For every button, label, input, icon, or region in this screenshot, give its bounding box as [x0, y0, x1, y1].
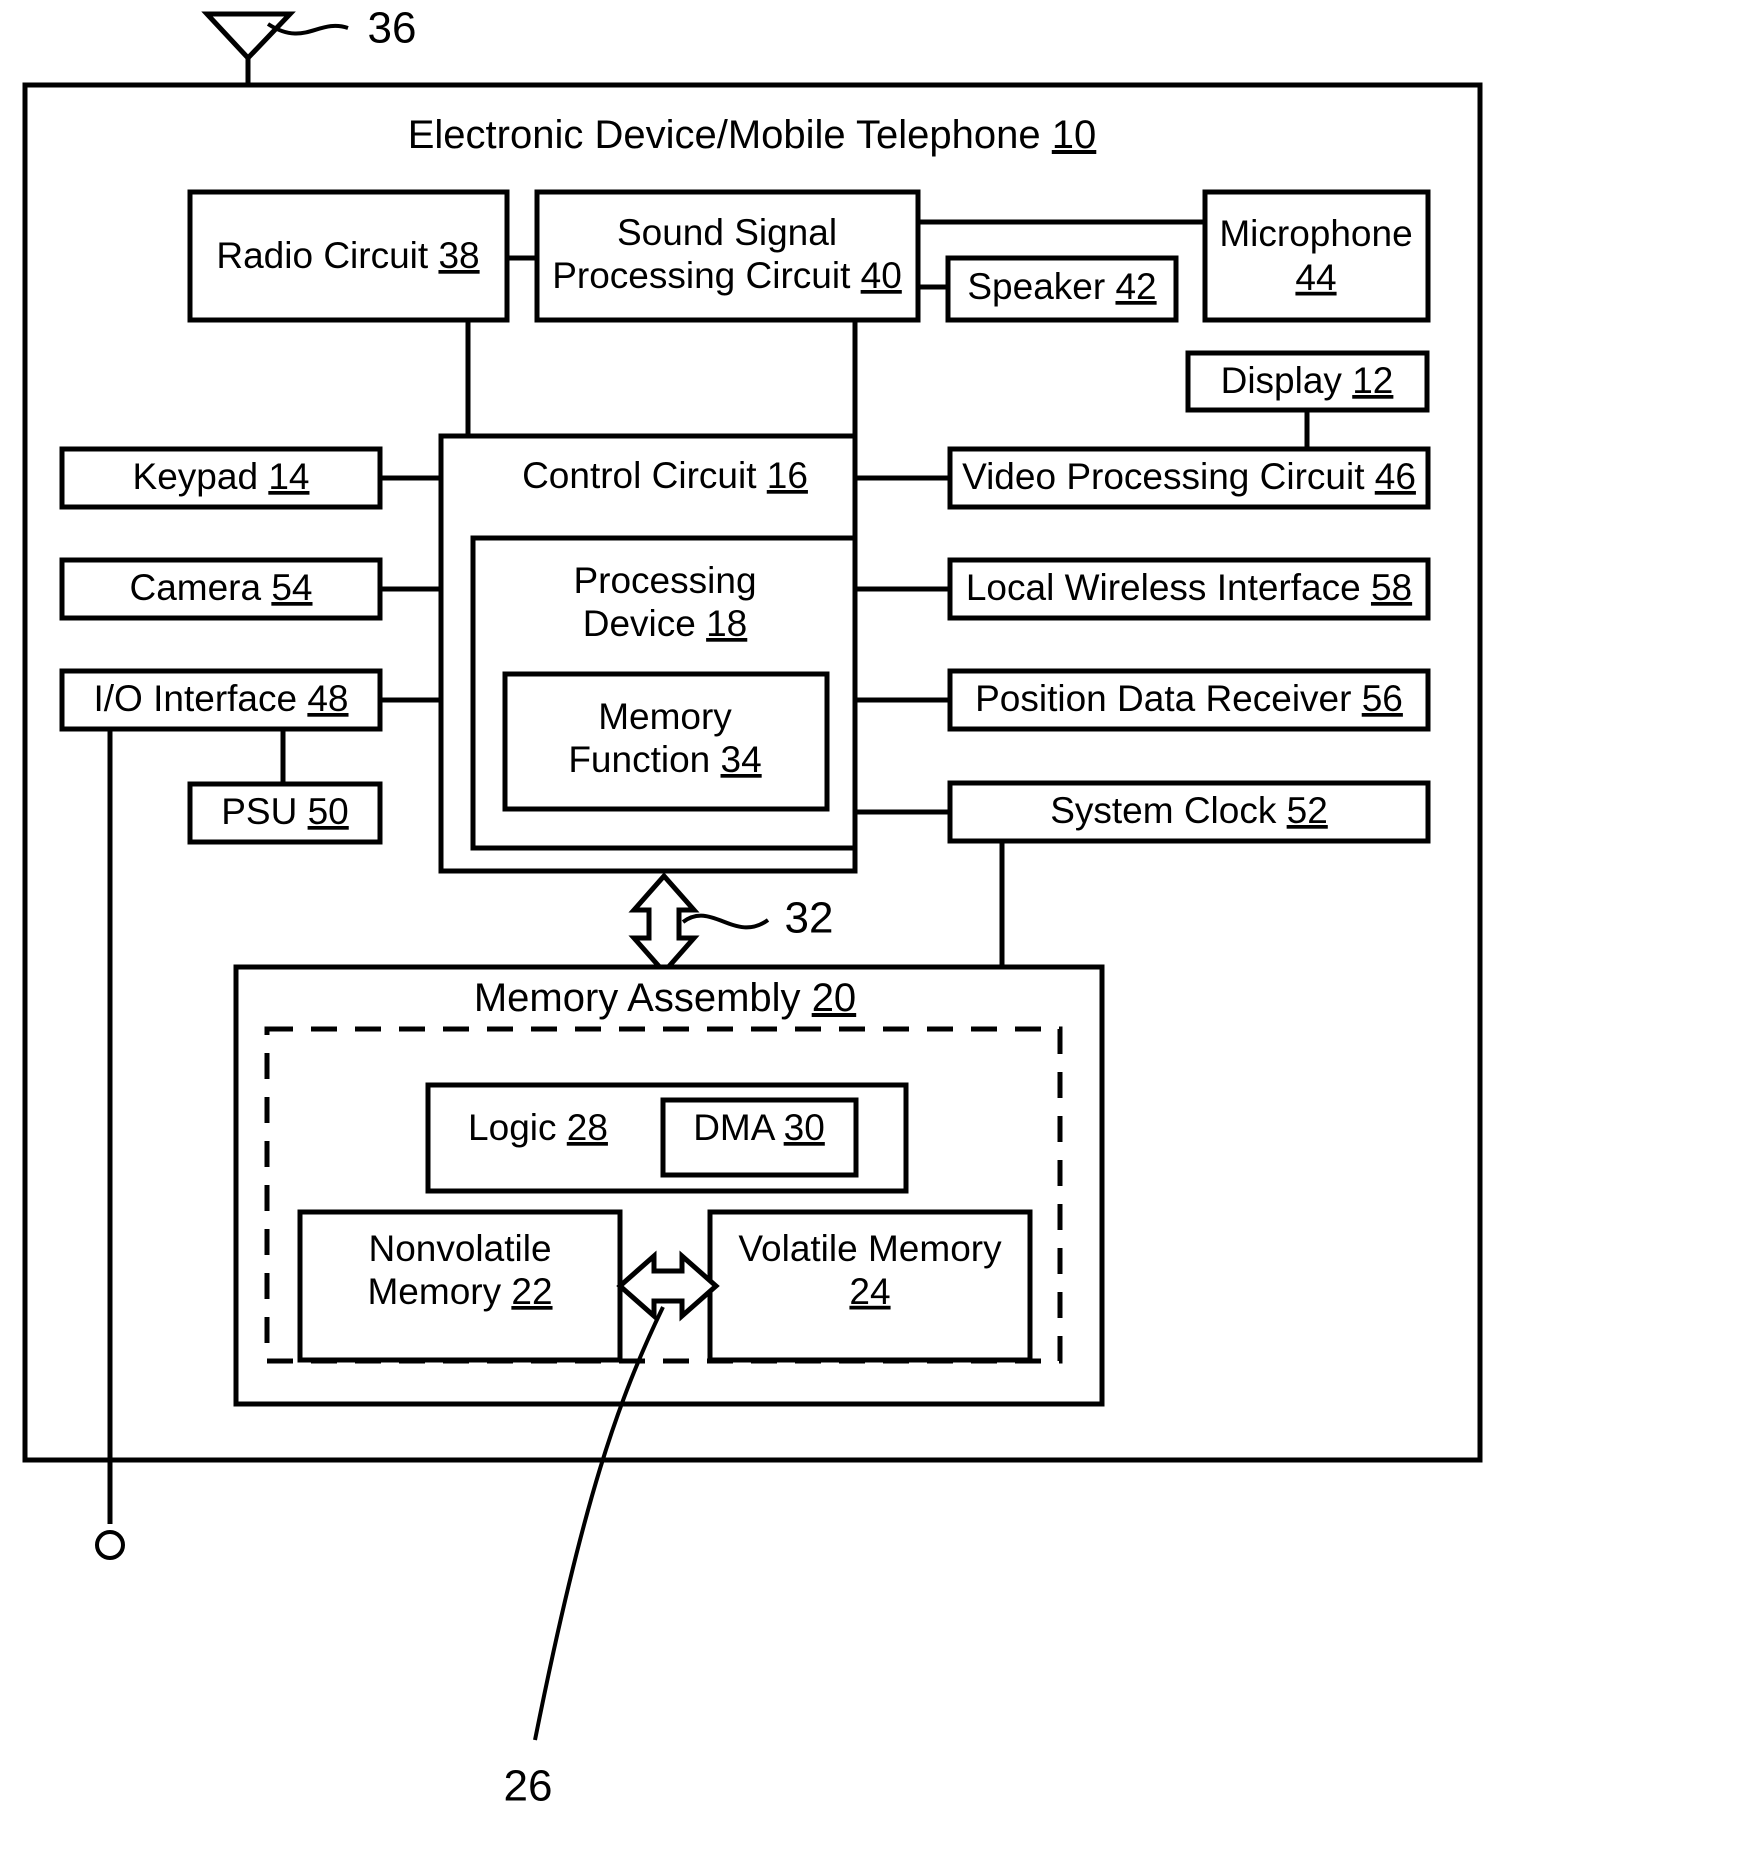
keypad-label: Keypad 14 — [133, 456, 310, 497]
local-wireless-interface-label: Local Wireless Interface 58 — [966, 567, 1412, 608]
memory-function-label-line1: Memory — [598, 696, 732, 737]
nonvolatile-memory-label-line1: Nonvolatile — [368, 1228, 551, 1269]
position-data-receiver-label: Position Data Receiver 56 — [975, 678, 1403, 719]
nonvolatile-memory-label-line2: Memory 22 — [367, 1271, 552, 1312]
logic-label: Logic 28 — [468, 1107, 608, 1148]
antenna-callout-label: 36 — [368, 4, 417, 53]
device-title: Electronic Device/Mobile Telephone 10 — [408, 113, 1097, 157]
sound-signal-label-line1: Sound Signal — [617, 212, 837, 253]
microphone-ref: 44 — [1295, 257, 1336, 298]
memory-function-label-line2: Function 34 — [568, 739, 761, 780]
microphone-label: Microphone — [1219, 213, 1412, 254]
io-interface-label: I/O Interface 48 — [93, 678, 348, 719]
video-processing-circuit-label: Video Processing Circuit 46 — [962, 456, 1416, 497]
bus-32-callout-label: 32 — [785, 894, 834, 943]
radio-circuit-label: Radio Circuit 38 — [216, 235, 479, 276]
external-port-circle-icon — [95, 1530, 125, 1560]
volatile-memory-ref: 24 — [849, 1271, 890, 1312]
psu-label: PSU 50 — [221, 791, 349, 832]
processing-device-label-line1: Processing — [573, 560, 756, 601]
dma-label: DMA 30 — [693, 1107, 825, 1148]
patent-block-diagram: 36 Electronic Device/Mobile Telephone 10… — [22, 4, 1483, 1811]
memory-interconnect-callout-label: 26 — [504, 1762, 553, 1811]
sound-signal-label-line2: Processing Circuit 40 — [552, 255, 902, 296]
volatile-memory-label-line1: Volatile Memory — [738, 1228, 1002, 1269]
display-label: Display 12 — [1221, 360, 1394, 401]
speaker-label: Speaker 42 — [967, 266, 1156, 307]
camera-label: Camera 54 — [129, 567, 312, 608]
processing-device-label-line2: Device 18 — [583, 603, 748, 644]
system-clock-label: System Clock 52 — [1050, 790, 1328, 831]
memory-assembly-label: Memory Assembly 20 — [474, 976, 856, 1020]
control-circuit-label: Control Circuit 16 — [522, 455, 808, 496]
antenna-icon — [201, 11, 296, 62]
